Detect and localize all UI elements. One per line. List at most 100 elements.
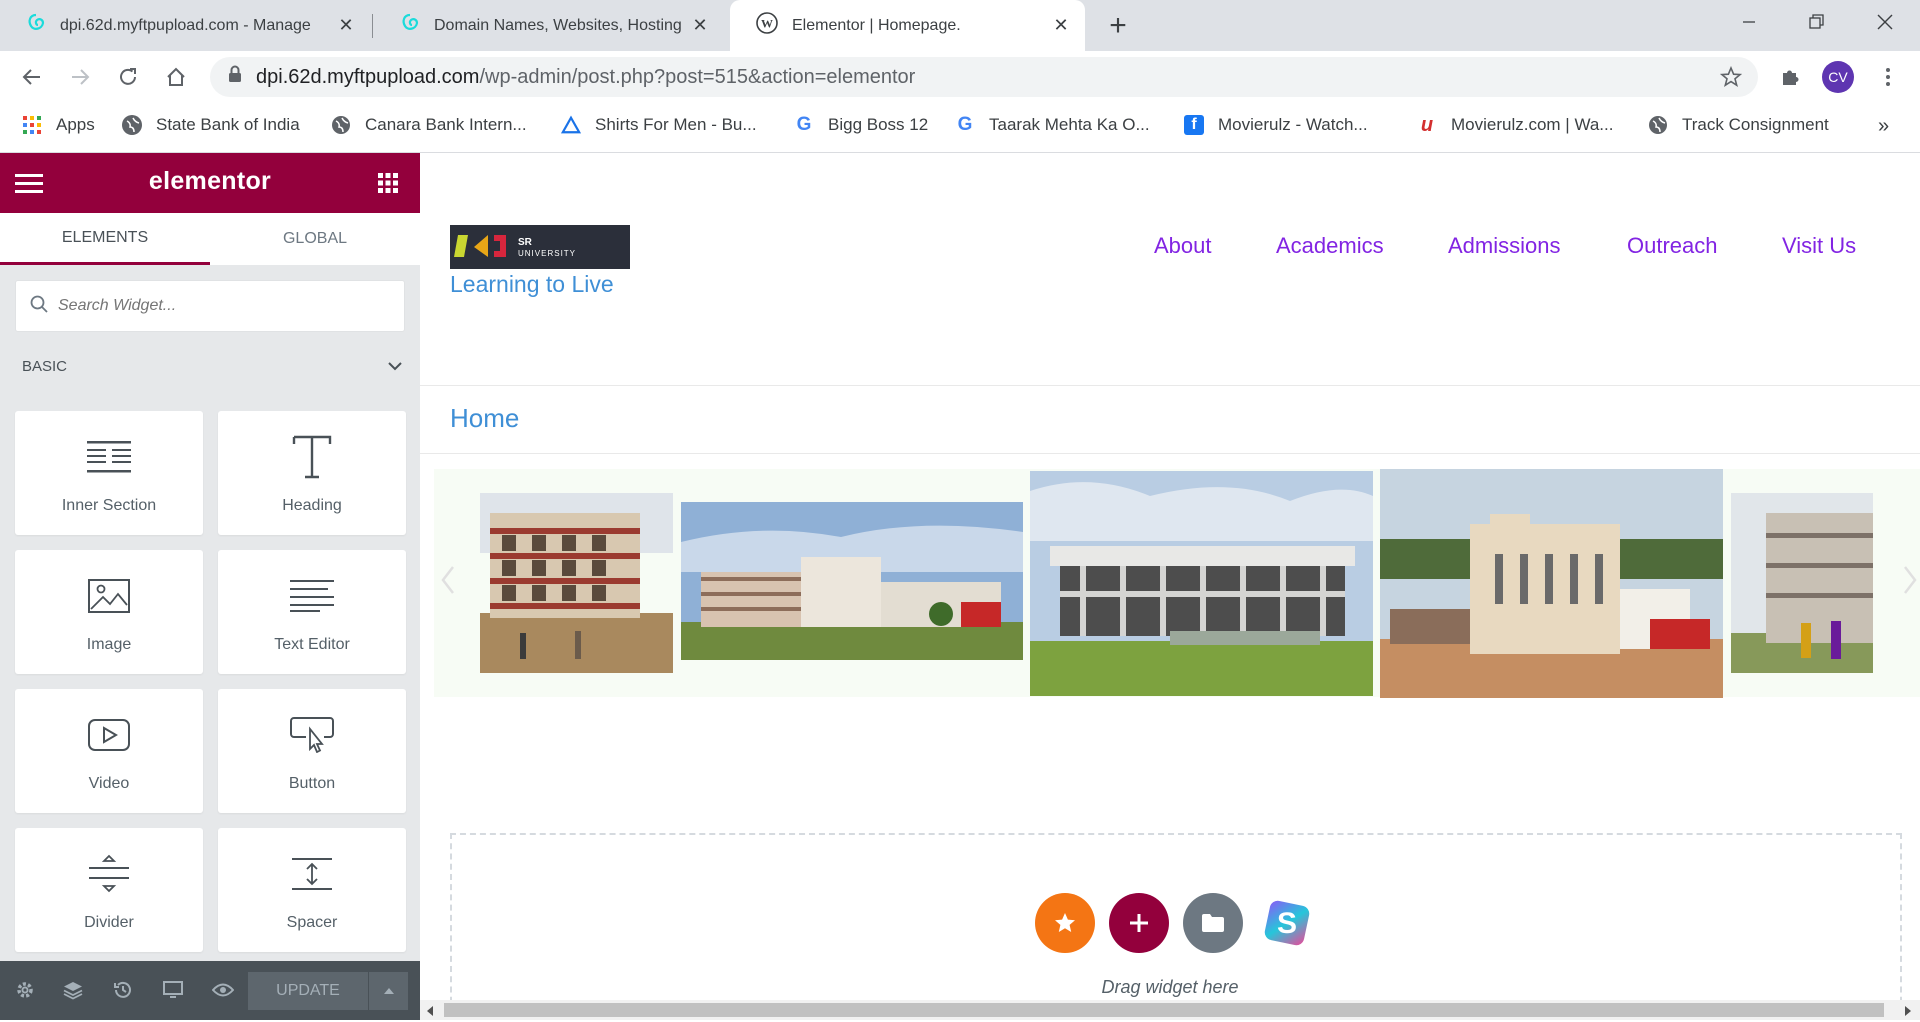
home-icon[interactable] [158,59,194,95]
nav-link-visit-us[interactable]: Visit Us [1782,233,1856,259]
bookmark-item[interactable]: G Bigg Boss 12 [794,114,929,135]
bookmark-item[interactable]: f Movierulz - Watch... [1184,115,1368,135]
page-title: Home [450,403,520,433]
settings-gear-icon[interactable] [12,977,38,1003]
page-preview: SR UNIVERSITY Learning to Live About Aca… [420,153,1920,1000]
add-section-button[interactable] [1109,893,1169,953]
globe-icon [331,115,351,135]
reload-icon[interactable] [110,59,146,95]
bookmarks-overflow-button[interactable]: » [1878,115,1889,138]
add-template-star-button[interactable] [1035,893,1095,953]
close-tab-icon[interactable]: ✕ [1051,15,1071,36]
nav-link-academics[interactable]: Academics [1276,233,1384,259]
browser-tab-active[interactable]: W Elementor | Homepage. ✕ [730,0,1085,51]
scroll-right-arrow-icon[interactable] [1904,1004,1912,1022]
widget-image[interactable]: Image [15,550,203,674]
widget-inner-section[interactable]: Inner Section [15,411,203,535]
responsive-desktop-icon[interactable] [160,977,186,1003]
url-path: /wp-admin/post.php?post=515&action=eleme… [479,65,916,88]
search-input[interactable] [58,297,378,315]
minimize-icon[interactable] [1715,0,1783,44]
widget-label: Divider [84,914,134,931]
browser-tab[interactable]: Domain Names, Websites, Hosting ✕ [374,0,724,51]
horizontal-scrollbar[interactable] [420,1000,1920,1020]
profile-avatar[interactable]: CV [1822,61,1854,93]
carousel-photo[interactable] [1380,469,1723,698]
bookmark-item[interactable]: State Bank of India [122,115,300,135]
widget-label: Button [288,775,336,792]
tab-title: dpi.62d.myftpupload.com - Manage [60,16,311,34]
scrollbar-thumb[interactable] [444,1003,1884,1017]
bookmark-item[interactable]: u Movierulz.com | Wa... [1417,113,1614,136]
back-arrow-icon[interactable] [14,59,50,95]
close-tab-icon[interactable]: ✕ [336,15,356,36]
preview-eye-icon[interactable] [210,977,236,1003]
bookmark-label: State Bank of India [156,115,300,134]
starter-templates-s-button[interactable]: S [1257,893,1317,953]
panel-header: elementor [0,153,420,213]
new-tab-button[interactable]: + [1100,8,1136,44]
add-template-folder-button[interactable] [1183,893,1243,953]
address-bar[interactable]: dpi.62d.myftpupload.com/wp-admin/post.ph… [210,57,1758,97]
bookmark-item[interactable]: Track Consignment [1648,115,1829,135]
google-icon: G [957,114,973,135]
heading-icon [218,433,406,481]
carousel-photo[interactable] [480,493,673,673]
widget-text-editor[interactable]: Text Editor [218,550,406,674]
nav-link-admissions[interactable]: Admissions [1448,233,1560,259]
widget-label: Inner Section [61,497,157,514]
scroll-left-arrow-icon[interactable] [426,1004,434,1022]
widget-heading[interactable]: Heading [218,411,406,535]
facebook-icon: f [1184,115,1204,135]
carousel-next-arrow-icon[interactable] [1902,565,1918,600]
nav-link-outreach[interactable]: Outreach [1627,233,1718,259]
save-options-caret-icon[interactable] [368,972,408,1010]
tab-title: Domain Names, Websites, Hosting [434,16,682,34]
bookmark-item[interactable]: Canara Bank Intern... [331,115,527,135]
chevron-down-icon [388,358,402,375]
spacer-icon [218,850,406,898]
tab-elements[interactable]: ELEMENTS [0,213,210,265]
navigator-layers-icon[interactable] [60,977,86,1003]
u-logo-icon: u [1420,113,1434,136]
widget-video[interactable]: Video [15,689,203,813]
carousel-photo[interactable] [681,502,1023,660]
svg-text:UNIVERSITY: UNIVERSITY [518,249,576,258]
restore-icon[interactable] [1783,0,1851,44]
widget-button[interactable]: Button [218,689,406,813]
bookmark-apps[interactable]: Apps [22,115,95,135]
bookmark-star-icon[interactable] [1719,65,1743,94]
carousel-photo[interactable] [1030,471,1373,696]
carousel-photo[interactable] [1731,493,1873,673]
extensions-puzzle-icon[interactable] [1772,59,1808,95]
update-button[interactable]: UPDATE [248,972,368,1010]
divider-icon [15,850,203,898]
triangle-logo-icon [561,115,581,135]
bookmark-item[interactable]: Shirts For Men - Bu... [561,115,757,135]
bookmark-item[interactable]: G Taarak Mehta Ka O... [955,114,1150,135]
carousel-prev-arrow-icon[interactable] [440,565,456,600]
category-basic-header[interactable]: BASIC [22,358,402,375]
more-menu-icon[interactable] [1870,59,1906,95]
widget-label: Image [86,636,132,653]
globe-icon [1648,115,1668,135]
tab-separator [372,14,373,38]
nav-link-about[interactable]: About [1154,233,1212,259]
site-logo[interactable]: SR UNIVERSITY [450,225,630,269]
image-carousel[interactable] [434,469,1920,698]
video-icon [15,711,203,759]
title-divider [420,453,1920,454]
widgets-grid-icon[interactable] [378,173,398,198]
tab-global[interactable]: GLOBAL [210,213,420,265]
forward-arrow-icon[interactable] [62,59,98,95]
close-window-icon[interactable] [1851,0,1919,44]
inner-section-icon [15,433,203,481]
history-icon[interactable] [110,977,136,1003]
widget-spacer[interactable]: Spacer [218,828,406,952]
widget-divider[interactable]: Divider [15,828,203,952]
close-tab-icon[interactable]: ✕ [690,15,710,36]
drop-zone[interactable] [450,833,1902,1000]
browser-tab[interactable]: dpi.62d.myftpupload.com - Manage ✕ [0,0,370,51]
widget-label: Heading [282,497,342,514]
bookmark-label: Shirts For Men - Bu... [595,115,757,134]
